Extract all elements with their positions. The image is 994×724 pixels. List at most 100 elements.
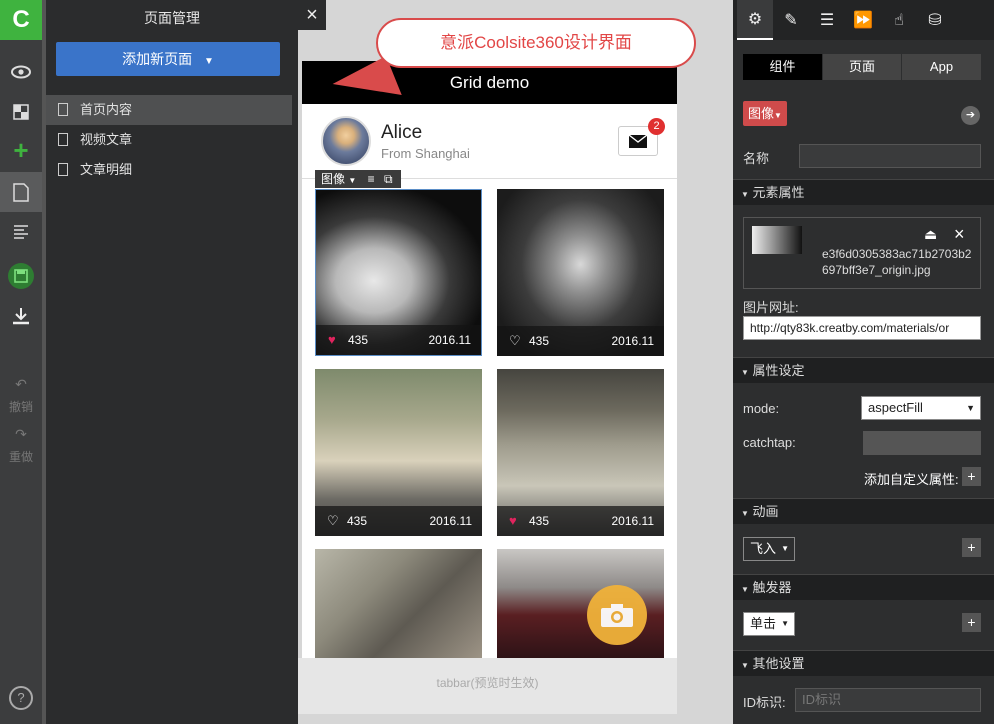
photo-card[interactable]: ♥ 435 2016.11: [315, 189, 482, 356]
camera-icon: [601, 604, 633, 627]
section-title: 触发器: [752, 580, 792, 595]
like-count: 435: [529, 514, 550, 528]
page-item[interactable]: 视频文章: [46, 125, 292, 155]
camera-button[interactable]: [587, 585, 647, 645]
add-page-label: 添加新页面: [122, 51, 193, 67]
page-item-label: 视频文章: [80, 132, 133, 147]
caret-down-icon: ▼: [741, 368, 749, 377]
name-input[interactable]: [799, 144, 981, 168]
trigger-select[interactable]: 单击 ▼: [743, 612, 795, 636]
scope-segmented-control: 组件 页面 App: [743, 54, 981, 80]
eye-icon[interactable]: [0, 52, 42, 92]
section-title: 属性设定: [752, 363, 805, 378]
segment-app[interactable]: App: [901, 54, 981, 80]
section-other[interactable]: ▼ 其他设置: [733, 650, 994, 676]
element-toolbar[interactable]: 图像 ▼ ≡ ⧉: [315, 170, 401, 188]
component-type-label: 图像: [748, 106, 775, 121]
redo-label[interactable]: 重做: [0, 448, 42, 465]
heart-icon[interactable]: ♥: [509, 506, 517, 536]
copy-icon[interactable]: ⧉: [384, 172, 393, 186]
photo-card[interactable]: ♡ 435 2016.11: [315, 369, 482, 536]
add-trigger-button[interactable]: +: [962, 613, 981, 632]
component-type-dropdown[interactable]: 图像▼: [743, 101, 787, 126]
document-icon: [58, 133, 68, 146]
add-icon[interactable]: +: [0, 130, 42, 170]
arrow-right-circle-icon[interactable]: ➔: [961, 106, 980, 125]
caret-down-icon: ▼: [774, 111, 782, 120]
menu-icon[interactable]: ≡: [368, 172, 375, 186]
caret-down-icon: ▼: [741, 661, 749, 670]
like-count: 435: [347, 514, 368, 528]
app-logo[interactable]: C: [0, 0, 42, 40]
add-page-button[interactable]: 添加新页面 ▼: [56, 42, 280, 76]
close-panel-button[interactable]: ×: [298, 0, 326, 30]
id-input[interactable]: ID标识: [795, 688, 981, 712]
page-item[interactable]: 文章明细: [46, 155, 292, 185]
page-icon[interactable]: [0, 172, 42, 212]
trigger-value: 单击: [750, 616, 777, 631]
card-date: 2016.11: [429, 514, 473, 528]
avatar[interactable]: [321, 116, 371, 166]
photo-card[interactable]: ♡ 435 2016.11: [497, 189, 664, 356]
fast-forward-icon[interactable]: ⏩: [845, 0, 881, 40]
add-custom-attr-button[interactable]: +: [962, 467, 981, 486]
card-date: 2016.11: [428, 333, 472, 347]
help-icon[interactable]: ?: [0, 678, 42, 718]
segment-page[interactable]: 页面: [822, 54, 901, 80]
segment-component[interactable]: 组件: [743, 54, 822, 80]
section-trigger[interactable]: ▼ 触发器: [733, 574, 994, 600]
photo-card[interactable]: [315, 549, 482, 659]
tabbar-placeholder: tabbar(预览时生效): [298, 658, 677, 714]
animation-select[interactable]: 飞入 ▼: [743, 537, 795, 561]
add-animation-button[interactable]: +: [962, 538, 981, 557]
layers-icon[interactable]: [0, 92, 42, 132]
close-icon[interactable]: ×: [954, 224, 965, 245]
upload-icon[interactable]: ⏏: [924, 226, 937, 243]
user-location: From Shanghai: [381, 146, 470, 161]
card-meta: ♡ 435 2016.11: [497, 326, 664, 356]
section-title: 元素属性: [752, 185, 805, 200]
section-element-props[interactable]: ▼ 元素属性: [733, 179, 994, 205]
document-icon: [58, 163, 68, 176]
card-meta: ♡ 435 2016.11: [315, 506, 482, 536]
profile-row[interactable]: Alice From Shanghai 2: [302, 104, 677, 179]
undo-icon[interactable]: ↶: [0, 376, 42, 393]
image-url-input[interactable]: http://qty83k.creatby.com/materials/or: [743, 316, 981, 340]
section-prop-settings[interactable]: ▼ 属性设定: [733, 357, 994, 383]
heart-icon[interactable]: ♥: [328, 325, 336, 355]
image-thumbnail: [752, 226, 802, 254]
mode-value: aspectFill: [868, 400, 923, 415]
caret-down-icon: ▼: [781, 619, 789, 628]
catchtap-label: catchtap:: [743, 435, 796, 450]
drive-icon[interactable]: ⛁: [917, 0, 953, 40]
hand-pointer-icon[interactable]: ☝: [881, 0, 917, 40]
document-icon: [58, 103, 68, 116]
card-meta: ♥ 435 2016.11: [497, 506, 664, 536]
list-icon[interactable]: ☰: [809, 0, 845, 40]
pages-panel: 页面管理 添加新页面 ▼ 首页内容 视频文章 文章明细: [42, 0, 298, 724]
card-date: 2016.11: [611, 514, 655, 528]
download-icon[interactable]: [0, 296, 42, 336]
left-toolbar: C + ↶ 撤销 ↷ 重做 ?: [0, 0, 42, 724]
photo-card[interactable]: ♥ 435 2016.11: [497, 369, 664, 536]
heart-outline-icon[interactable]: ♡: [327, 506, 339, 536]
like-count: 435: [529, 334, 550, 348]
mode-select[interactable]: aspectFill ▼: [861, 396, 981, 420]
caret-down-icon: ▼: [781, 544, 789, 553]
caret-down-icon[interactable]: ▼: [348, 176, 356, 185]
user-name: Alice: [381, 122, 423, 143]
card-date: 2016.11: [611, 334, 655, 348]
callout-bubble: 意派Coolsite360设计界面: [376, 18, 696, 68]
mail-badge: 2: [648, 118, 665, 135]
section-animation[interactable]: ▼ 动画: [733, 498, 994, 524]
gear-icon[interactable]: ⚙: [737, 0, 773, 40]
text-align-icon[interactable]: [0, 212, 42, 252]
save-icon[interactable]: [0, 256, 42, 296]
phone-preview: Grid demo Alice From Shanghai 2 ♥ 435 20…: [302, 61, 677, 713]
catchtap-input[interactable]: [863, 431, 981, 455]
redo-icon[interactable]: ↷: [0, 426, 42, 443]
undo-label[interactable]: 撤销: [0, 398, 42, 415]
page-item[interactable]: 首页内容: [46, 95, 292, 125]
pencil-icon[interactable]: ✎: [773, 0, 809, 40]
heart-outline-icon[interactable]: ♡: [509, 326, 521, 356]
